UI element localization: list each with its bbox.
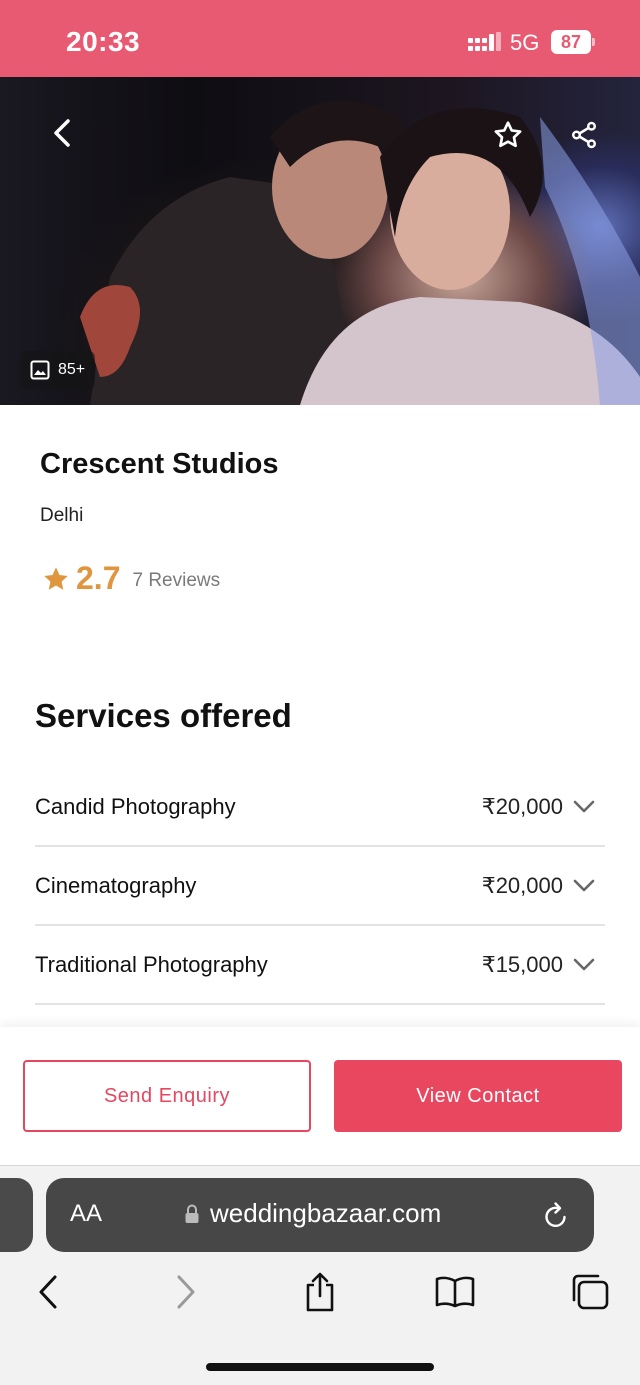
- vendor-page: 20:33 5G 87 85+ Crescent Studios Delhi 2…: [0, 0, 640, 1385]
- tabs-icon: [572, 1274, 609, 1310]
- status-time: 20:33: [66, 26, 141, 57]
- network-label: 5G: [510, 30, 540, 55]
- service-row[interactable]: Cinematography ₹20,000: [35, 847, 605, 926]
- browser-back-button[interactable]: [26, 1270, 70, 1314]
- action-bar: Send Enquiry View Contact: [0, 1027, 640, 1165]
- bookmarks-icon: [435, 1276, 475, 1308]
- back-button[interactable]: [40, 111, 84, 155]
- photo-count-label: 85+: [58, 361, 86, 378]
- service-row[interactable]: Candid Photography ₹20,000: [35, 768, 605, 847]
- home-indicator: [206, 1363, 434, 1371]
- vendor-name: Crescent Studios: [40, 448, 279, 480]
- service-name: Cinematography: [35, 872, 197, 898]
- service-price-group: ₹20,000: [482, 873, 595, 899]
- reload-icon: [545, 1202, 566, 1227]
- battery-tip: [592, 38, 595, 46]
- url-display[interactable]: weddingbazaar.com: [184, 1198, 441, 1229]
- chevron-left-icon: [39, 1275, 57, 1309]
- browser-forward-button[interactable]: [164, 1270, 208, 1314]
- service-row[interactable]: Traditional Photography ₹15,000: [35, 926, 605, 1005]
- back-icon: [54, 119, 70, 147]
- previous-tab-peek[interactable]: [0, 1178, 33, 1252]
- chevron-down-icon: [573, 879, 595, 891]
- share-icon: [572, 121, 596, 149]
- battery-level: 87: [551, 30, 591, 54]
- services-title: Services offered: [35, 697, 292, 734]
- aa-label: AA: [70, 1200, 103, 1227]
- image-icon: [30, 360, 50, 380]
- favorite-button[interactable]: [486, 113, 530, 157]
- star-outline-icon: [494, 121, 522, 148]
- tabs-button[interactable]: [568, 1270, 612, 1314]
- chevron-down-icon: [573, 800, 595, 812]
- star-filled-icon: [44, 566, 68, 590]
- rating-row[interactable]: 2.7 7 Reviews: [42, 560, 220, 597]
- chevron-down-icon: [573, 958, 595, 970]
- service-price: ₹20,000: [481, 793, 563, 819]
- rating-value: 2.7: [76, 560, 121, 596]
- service-price: ₹15,000: [481, 951, 563, 977]
- service-name: Traditional Photography: [35, 951, 268, 977]
- reader-settings-button[interactable]: AA: [70, 1200, 102, 1228]
- status-bar: 20:33 5G 87: [0, 0, 640, 77]
- reload-button[interactable]: [542, 1200, 570, 1235]
- view-contact-button[interactable]: View Contact: [334, 1060, 622, 1132]
- service-name: Candid Photography: [35, 793, 236, 819]
- service-price: ₹20,000: [481, 872, 563, 898]
- review-count[interactable]: 7 Reviews: [132, 570, 220, 592]
- browser-share-button[interactable]: [298, 1270, 342, 1314]
- hero-photo: [80, 101, 640, 405]
- service-price-group: ₹15,000: [482, 952, 595, 978]
- service-price-group: ₹20,000: [482, 794, 595, 820]
- share-button[interactable]: [562, 113, 606, 157]
- hero-image[interactable]: 85+: [0, 77, 640, 405]
- signal-icon: [468, 32, 501, 51]
- lock-icon: [185, 1204, 199, 1223]
- send-enquiry-button[interactable]: Send Enquiry: [23, 1060, 311, 1132]
- photo-count-badge[interactable]: 85+: [20, 351, 96, 389]
- vendor-city: Delhi: [40, 505, 84, 526]
- share-sheet-icon: [306, 1272, 334, 1312]
- url-text: weddingbazaar.com: [210, 1198, 442, 1228]
- chevron-right-icon: [177, 1275, 195, 1309]
- address-bar[interactable]: AA weddingbazaar.com: [46, 1178, 594, 1252]
- bookmarks-button[interactable]: [433, 1270, 477, 1314]
- browser-toolbar: AA weddingbazaar.com: [0, 1165, 640, 1385]
- battery-icon: 87: [551, 30, 595, 54]
